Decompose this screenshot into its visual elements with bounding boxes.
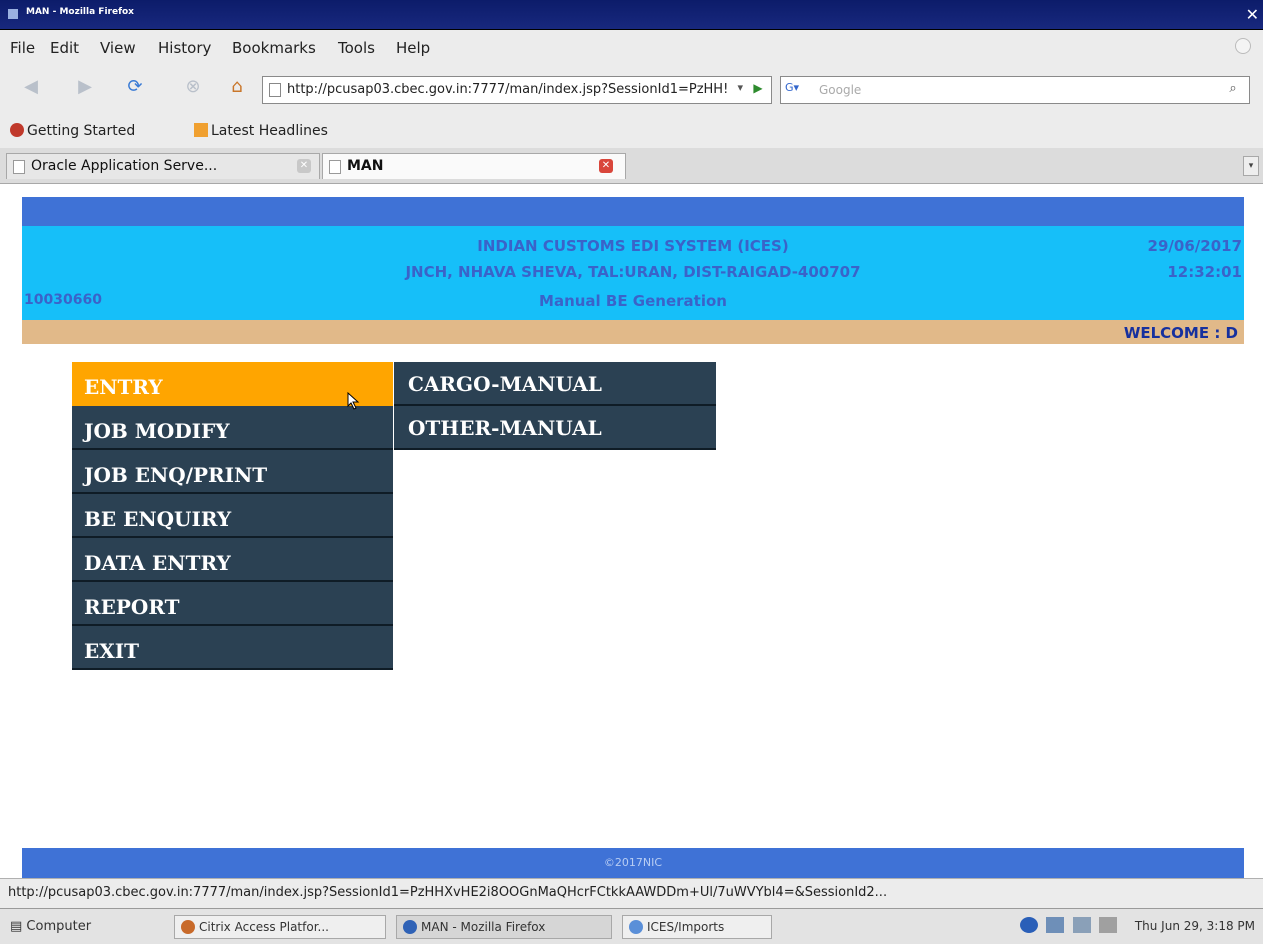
- navigation-toolbar: ◀ ▶ ⟳ ⊗ ⌂ http://pcusap03.cbec.gov.in:77…: [0, 64, 1263, 114]
- menu-help[interactable]: Help: [396, 39, 430, 57]
- address-dropdown-icon[interactable]: ▾: [737, 81, 743, 94]
- stop-icon[interactable]: ⊗: [180, 76, 206, 100]
- header-top-band: [22, 197, 1244, 226]
- bookmark-getting-started[interactable]: Getting Started: [10, 123, 135, 139]
- close-tab-icon[interactable]: ✕: [599, 159, 613, 173]
- system-tray: [1020, 917, 1121, 937]
- menu-item-job-modify[interactable]: JOB MODIFY: [72, 406, 393, 450]
- menu-item-data-entry[interactable]: DATA ENTRY: [72, 538, 393, 582]
- tab-oracle[interactable]: Oracle Application Serve... ✕: [6, 153, 320, 179]
- search-icon[interactable]: ⌕: [1223, 81, 1243, 99]
- tab-man-label: MAN: [347, 158, 384, 174]
- rss-feed-icon: [194, 123, 208, 137]
- network-icon[interactable]: [1046, 917, 1065, 933]
- menu-view[interactable]: View: [100, 39, 136, 57]
- bookmark-getting-started-label: Getting Started: [27, 123, 136, 139]
- ices-window-icon: [629, 920, 643, 934]
- window-close-icon[interactable]: ✕: [1221, 5, 1259, 25]
- menu-item-be-enquiry[interactable]: BE ENQUIRY: [72, 494, 393, 538]
- task-firefox-label: MAN - Mozilla Firefox: [421, 920, 546, 934]
- volume-icon[interactable]: [1099, 917, 1118, 933]
- computer-menu[interactable]: ▤ Computer: [10, 919, 91, 934]
- task-citrix[interactable]: Citrix Access Platfor...: [174, 915, 386, 939]
- menu-history[interactable]: History: [158, 39, 211, 57]
- tab-oracle-label: Oracle Application Serve...: [31, 158, 218, 174]
- menu-bar: File Edit View History Bookmarks Tools H…: [0, 30, 1263, 64]
- computer-menu-label: Computer: [26, 919, 92, 934]
- firefox-window-icon: [8, 9, 18, 19]
- page-icon: [13, 160, 25, 174]
- menu-item-exit[interactable]: EXIT: [72, 626, 393, 670]
- submenu-item-other-manual[interactable]: OTHER-MANUAL: [394, 406, 716, 450]
- page-icon: [329, 160, 341, 174]
- menu-item-entry[interactable]: ENTRY: [72, 362, 393, 406]
- status-text: http://pcusap03.cbec.gov.in:7777/man/ind…: [8, 885, 888, 900]
- citrix-icon: [181, 920, 195, 934]
- entry-submenu: CARGO-MANUAL OTHER-MANUAL: [394, 362, 716, 450]
- user-id: 10030660: [24, 292, 102, 308]
- menu-item-job-enq-print[interactable]: JOB ENQ/PRINT: [72, 450, 393, 494]
- home-icon[interactable]: ⌂: [224, 76, 250, 100]
- display-icon[interactable]: [1072, 917, 1091, 933]
- bookmarks-toolbar: Getting Started Latest Headlines: [0, 114, 1263, 148]
- task-ices-imports-label: ICES/Imports: [647, 920, 725, 934]
- go-icon[interactable]: ▶: [749, 81, 767, 99]
- header-time: 12:32:01: [1167, 263, 1242, 281]
- mouse-pointer-icon: [347, 392, 360, 410]
- task-ices-imports[interactable]: ICES/Imports: [622, 915, 772, 939]
- tab-list-dropdown-icon[interactable]: ▾: [1243, 156, 1259, 176]
- welcome-band: WELCOME : D: [22, 320, 1244, 344]
- menu-tools[interactable]: Tools: [338, 39, 375, 57]
- bookmark-latest-headlines[interactable]: Latest Headlines: [194, 123, 328, 139]
- window-title-bar: MAN - Mozilla Firefox ✕: [0, 0, 1263, 30]
- close-tab-icon[interactable]: ✕: [297, 159, 311, 173]
- forward-icon[interactable]: ▶: [72, 76, 98, 100]
- menu-edit[interactable]: Edit: [50, 39, 79, 57]
- system-name: INDIAN CUSTOMS EDI SYSTEM (ICES): [477, 237, 789, 255]
- menu-item-report[interactable]: REPORT: [72, 582, 393, 626]
- header-date: 29/06/2017: [1147, 237, 1242, 255]
- task-citrix-label: Citrix Access Platfor...: [199, 920, 329, 934]
- back-icon[interactable]: ◀: [18, 76, 44, 100]
- hp-icon[interactable]: [1020, 917, 1038, 933]
- page-icon: [269, 83, 281, 97]
- menu-bookmarks[interactable]: Bookmarks: [232, 39, 316, 57]
- header-info-band: INDIAN CUSTOMS EDI SYSTEM (ICES) JNCH, N…: [22, 226, 1244, 320]
- window-title: MAN - Mozilla Firefox: [26, 7, 134, 17]
- module-name: Manual BE Generation: [539, 292, 727, 310]
- address-bar[interactable]: http://pcusap03.cbec.gov.in:7777/man/ind…: [262, 76, 772, 104]
- search-engine-icon[interactable]: G▾: [785, 81, 815, 99]
- task-firefox[interactable]: MAN - Mozilla Firefox: [396, 915, 612, 939]
- status-bar: http://pcusap03.cbec.gov.in:7777/man/ind…: [0, 878, 1263, 908]
- activity-throbber-icon: [1235, 38, 1251, 54]
- firefox-icon: [403, 920, 417, 934]
- reload-icon[interactable]: ⟳: [122, 76, 148, 100]
- tab-bar: Oracle Application Serve... ✕ MAN ✕ ▾: [0, 148, 1263, 184]
- submenu-item-cargo-manual[interactable]: CARGO-MANUAL: [394, 362, 716, 406]
- bookmark-latest-headlines-label: Latest Headlines: [211, 123, 328, 139]
- search-bar[interactable]: G▾ Google ⌕: [780, 76, 1250, 104]
- taskbar-clock[interactable]: Thu Jun 29, 3:18 PM: [1135, 919, 1255, 933]
- welcome-text: WELCOME : D: [1123, 324, 1238, 342]
- firefox-bookmark-icon: [10, 123, 24, 137]
- main-menu: ENTRY JOB MODIFY JOB ENQ/PRINT BE ENQUIR…: [72, 362, 393, 670]
- search-placeholder[interactable]: Google: [819, 83, 861, 97]
- copyright-footer: ©2017NIC: [22, 848, 1244, 878]
- location-name: JNCH, NHAVA SHEVA, TAL:URAN, DIST-RAIGAD…: [405, 263, 861, 281]
- menu-file[interactable]: File: [10, 39, 35, 57]
- desktop-taskbar: ▤ Computer Citrix Access Platfor... MAN …: [0, 908, 1263, 944]
- tab-man[interactable]: MAN ✕: [322, 153, 626, 179]
- address-url[interactable]: http://pcusap03.cbec.gov.in:7777/man/ind…: [287, 82, 737, 97]
